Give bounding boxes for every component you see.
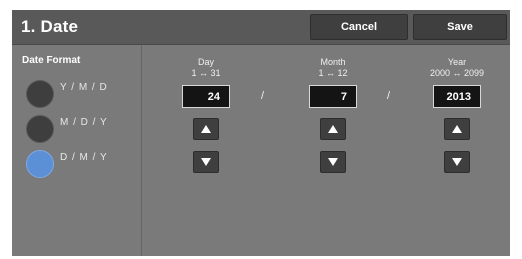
day-increment-button[interactable] bbox=[193, 118, 219, 140]
radio-button-icon[interactable] bbox=[26, 150, 54, 178]
year-decrement-button[interactable] bbox=[444, 151, 470, 173]
radio-button-icon[interactable] bbox=[26, 80, 54, 108]
radio-button-icon[interactable] bbox=[26, 115, 54, 143]
save-button[interactable]: Save bbox=[413, 14, 507, 40]
radio-label-ymd: Y / M / D bbox=[60, 82, 108, 93]
date-format-label: Date Format bbox=[22, 55, 81, 66]
triangle-down-icon bbox=[201, 158, 211, 166]
triangle-up-icon bbox=[328, 125, 338, 133]
day-value-field[interactable]: 24 bbox=[182, 85, 230, 108]
radio-label-mdy: M / D / Y bbox=[60, 117, 108, 128]
triangle-up-icon bbox=[452, 125, 462, 133]
month-increment-button[interactable] bbox=[320, 118, 346, 140]
month-label: Month bbox=[320, 57, 346, 67]
year-increment-button[interactable] bbox=[444, 118, 470, 140]
separator-2: / bbox=[387, 90, 391, 102]
date-settings-screen: 1. Date Cancel Save Date Format Y / M / … bbox=[12, 10, 510, 256]
day-range: 1 ↔ 31 bbox=[191, 68, 221, 78]
year-header: Year 2000 ↔ 2099 bbox=[427, 57, 487, 79]
header-bar: 1. Date Cancel Save bbox=[12, 10, 510, 45]
year-value-field[interactable]: 2013 bbox=[433, 85, 481, 108]
date-format-panel: Date Format Y / M / D M / D / Y D / M / … bbox=[12, 45, 142, 256]
year-label: Year bbox=[447, 57, 467, 67]
day-decrement-button[interactable] bbox=[193, 151, 219, 173]
page-title: 1. Date bbox=[21, 17, 79, 36]
year-range: 2000 ↔ 2099 bbox=[429, 68, 485, 78]
radio-label-dmy: D / M / Y bbox=[60, 152, 108, 163]
month-decrement-button[interactable] bbox=[320, 151, 346, 173]
day-label: Day bbox=[197, 57, 214, 67]
month-range: 1 ↔ 12 bbox=[318, 68, 348, 78]
cancel-button[interactable]: Cancel bbox=[310, 14, 408, 40]
triangle-down-icon bbox=[452, 158, 462, 166]
radio-mdy[interactable]: M / D / Y bbox=[26, 115, 136, 145]
month-header: Month 1 ↔ 12 bbox=[309, 57, 357, 79]
separator-1: / bbox=[261, 90, 265, 102]
radio-dmy[interactable]: D / M / Y bbox=[26, 150, 136, 180]
month-value-field[interactable]: 7 bbox=[309, 85, 357, 108]
triangle-down-icon bbox=[328, 158, 338, 166]
day-header: Day 1 ↔ 31 bbox=[182, 57, 230, 79]
radio-ymd[interactable]: Y / M / D bbox=[26, 80, 136, 110]
triangle-up-icon bbox=[201, 125, 211, 133]
